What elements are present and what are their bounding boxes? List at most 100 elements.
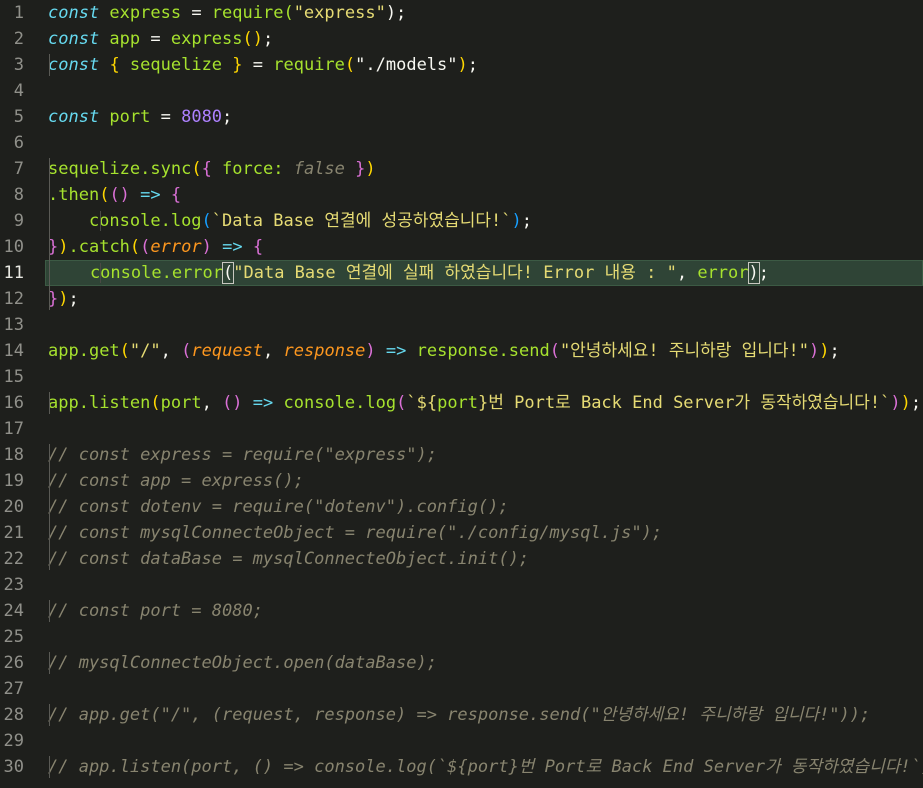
line-number: 5	[13, 107, 24, 127]
code-token: ;	[910, 393, 922, 413]
code-token: (	[129, 237, 141, 257]
code-line[interactable]: sequelize.sync({ force: false })	[48, 156, 923, 182]
code-token: "express"	[293, 3, 386, 23]
line-number: 10	[3, 237, 24, 257]
code-token: {	[109, 55, 120, 75]
code-line[interactable]: .then(() => {	[48, 182, 923, 208]
line-number: 8	[13, 185, 24, 205]
line-number-gutter: 1 2 3 4 5 6 7 8 9 10 11 12 13 14 15 16 17 18 19 20 21 22 23 24 2…	[0, 0, 28, 788]
code-token: .catch	[68, 237, 130, 257]
code-token: "Data Base 연결에 실패 하였습니다! Error 내용 : "	[233, 263, 677, 283]
code-token: ,	[160, 341, 182, 361]
code-line[interactable]	[48, 624, 923, 650]
code-line[interactable]: app.listen(port, () => console.log(`${po…	[48, 390, 923, 416]
code-token: app.	[48, 341, 89, 361]
block-guide	[49, 54, 50, 76]
code-area[interactable]: const express = require("express"); const…	[45, 0, 923, 788]
code-token: ()	[242, 29, 263, 49]
code-line[interactable]: // app.listen(port, () => console.log(`$…	[48, 754, 923, 780]
code-line[interactable]: // const dotenv = require("dotenv").conf…	[48, 494, 923, 520]
code-token: }번 Port로 Back End Server가 동작하였습니다!`	[478, 393, 891, 413]
code-token: ;	[222, 107, 233, 127]
code-token: 8080	[181, 107, 223, 127]
code-token: // app.get("/", (request, response) => r…	[48, 705, 871, 725]
code-line[interactable]: // app.get("/", (request, response) => r…	[48, 702, 923, 728]
code-line[interactable]	[48, 130, 923, 156]
line-number: 22	[3, 549, 24, 569]
block-guide	[49, 704, 50, 726]
code-token: (	[181, 341, 192, 361]
code-line[interactable]: console.log(`Data Base 연결에 성공하였습니다!`);	[48, 208, 923, 234]
code-line[interactable]: // const app = express();	[48, 468, 923, 494]
code-editor[interactable]: 1 2 3 4 5 6 7 8 9 10 11 12 13 14 15 16 17 18 19 20 21 22 23 24 2…	[0, 0, 923, 788]
code-line[interactable]	[48, 78, 923, 104]
line-number: 19	[3, 471, 24, 491]
line-number: 13	[3, 315, 24, 335]
code-line[interactable]: // const express = require("express");	[48, 442, 923, 468]
code-token: (	[99, 185, 110, 205]
code-token: request	[191, 341, 264, 361]
line-number: 14	[3, 341, 24, 361]
code-token: (	[191, 159, 202, 179]
code-token: ;	[521, 211, 532, 231]
code-token: express	[99, 3, 192, 23]
code-line[interactable]: });	[48, 286, 923, 312]
code-token: )	[890, 393, 901, 413]
code-token: log	[365, 393, 397, 413]
code-token: }	[344, 159, 366, 179]
code-token: )	[365, 159, 376, 179]
code-token: )	[201, 237, 212, 257]
code-line[interactable]: app.get("/", (request, response) => resp…	[48, 338, 923, 364]
code-token: error	[150, 237, 202, 257]
code-token: )	[511, 211, 522, 231]
code-line[interactable]: const express = require("express");	[48, 0, 923, 26]
code-token: sync	[150, 159, 192, 179]
code-token: {	[201, 159, 212, 179]
code-token: // const app = express();	[48, 471, 304, 491]
code-token: require	[273, 55, 345, 75]
code-token: )	[457, 55, 468, 75]
line-number: 29	[3, 731, 24, 751]
line-number: 25	[3, 627, 24, 647]
code-token: (	[221, 262, 235, 284]
code-line[interactable]	[48, 312, 923, 338]
code-token: (	[140, 237, 151, 257]
code-token: )	[58, 289, 69, 309]
code-line[interactable]	[48, 364, 923, 390]
code-token: sequelize	[119, 55, 233, 75]
code-line[interactable]: // mysqlConnecteObject.open(dataBase);	[48, 650, 923, 676]
code-line[interactable]: const app = express();	[48, 26, 923, 52]
code-line[interactable]: }).catch((error) => {	[48, 234, 923, 260]
code-line[interactable]	[48, 676, 923, 702]
code-token: // const dataBase = mysqlConnecteObject.…	[48, 549, 530, 569]
code-token: {	[252, 237, 264, 257]
code-line[interactable]: const { sequelize } = require("./models"…	[48, 52, 923, 78]
code-token: {	[170, 185, 182, 205]
indent-guide	[100, 263, 101, 283]
code-token: }	[232, 55, 243, 75]
code-token: console.	[283, 393, 366, 413]
line-number: 11	[3, 263, 24, 283]
code-line[interactable]	[48, 416, 923, 442]
code-token: )	[900, 393, 911, 413]
block-guide	[49, 756, 50, 778]
code-line[interactable]	[48, 728, 923, 754]
code-token: // app.listen(port, () => console.log(`$…	[48, 757, 923, 777]
code-line[interactable]: // const port = 8080;	[48, 598, 923, 624]
code-token: // const mysqlConnecteObject = require("…	[48, 523, 663, 543]
code-token: const	[48, 29, 100, 49]
code-line[interactable]: // const dataBase = mysqlConnecteObject.…	[48, 546, 923, 572]
code-token: =	[160, 107, 182, 127]
code-line-active[interactable]: console.error("Data Base 연결에 실패 하였습니다! E…	[45, 260, 923, 286]
code-token: =	[150, 29, 161, 49]
line-number: 15	[3, 367, 24, 387]
line-number: 24	[3, 601, 24, 621]
code-token: port	[160, 393, 202, 413]
code-token: =>	[242, 393, 284, 413]
code-line[interactable]: // const mysqlConnecteObject = require("…	[48, 520, 923, 546]
code-token: force:	[211, 159, 294, 179]
code-line[interactable]	[48, 572, 923, 598]
code-line[interactable]: const port = 8080;	[48, 104, 923, 130]
code-token: "./models"	[355, 55, 458, 75]
code-token: port	[437, 393, 479, 413]
